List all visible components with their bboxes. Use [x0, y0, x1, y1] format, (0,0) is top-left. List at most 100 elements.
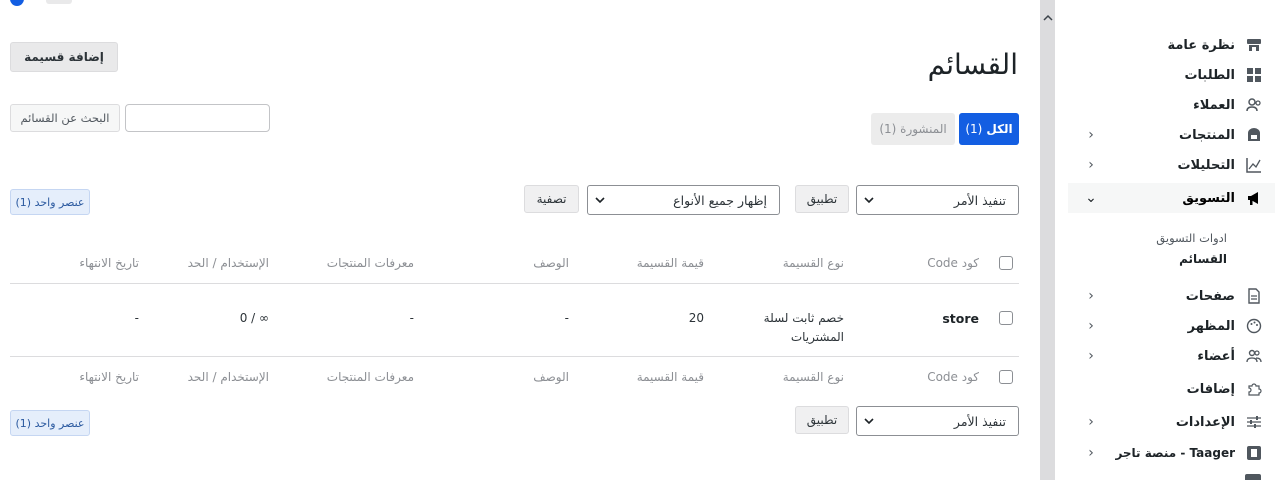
sidebar-item-label: التسويق — [1182, 190, 1235, 206]
chevron-left-icon: ‹ — [1088, 445, 1094, 461]
chevron-left-icon: ‹ — [1088, 414, 1094, 430]
chevron-left-icon: ‹ — [1088, 157, 1094, 173]
sidebar-item-label: الطلبات — [1184, 67, 1235, 83]
bulk-action-value: تنفيذ الأمر — [953, 413, 1006, 429]
sidebar-item-appearance[interactable]: المظهر ‹ — [1068, 311, 1275, 341]
column-description: الوصف — [533, 256, 569, 270]
column-usage-limit: الإستخدام / الحد — [187, 370, 269, 384]
screen-options-tab[interactable] — [46, 0, 72, 4]
apply-button-bottom[interactable]: تطبيق — [795, 406, 849, 434]
column-code[interactable]: كود Code — [927, 256, 979, 270]
apply-button[interactable]: تطبيق — [795, 185, 849, 213]
coupon-type-select[interactable]: إظهار جميع الأنواع — [587, 185, 780, 215]
column-code[interactable]: كود Code — [927, 370, 979, 384]
chevron-down-icon — [588, 194, 612, 207]
sidebar-item-analytics[interactable]: التحليلات ‹ — [1068, 150, 1275, 180]
sidebar-item-members[interactable]: أعضاء ‹ — [1068, 341, 1275, 371]
sidebar-item-label: أعضاء — [1197, 348, 1235, 364]
sidebar-item-plugins[interactable]: إضافات — [1068, 374, 1275, 404]
sidebar-item-marketing[interactable]: التسويق ⌄ — [1068, 183, 1275, 213]
column-product-ids: معرفات المنتجات — [326, 256, 414, 270]
column-expiry-date: تاريخ الانتهاء — [79, 256, 139, 270]
box-icon — [1245, 126, 1263, 144]
usage-limit-cell: 0 / ∞ — [239, 311, 269, 325]
search-coupons-button[interactable]: البحث عن القسائم — [10, 104, 120, 132]
grid-icon — [1245, 66, 1263, 84]
sidebar-item-label: التحليلات — [1177, 157, 1235, 173]
page-icon — [1245, 287, 1263, 305]
sidebar-item-label: العملاء — [1193, 97, 1235, 113]
column-usage-limit: الإستخدام / الحد — [187, 256, 269, 270]
sidebar-item-taager[interactable]: Taager - منصة تاجر ‹ — [1068, 438, 1275, 468]
sidebar-item-settings[interactable]: الإعدادات ‹ — [1068, 407, 1275, 437]
sidebar-item-overview[interactable]: نظرة عامة — [1068, 30, 1275, 60]
sidebar-item-label: صفحات — [1185, 288, 1235, 304]
items-count-badge: عنصر واحد (1) — [10, 410, 90, 436]
sidebar-item-pages[interactable]: صفحات ‹ — [1068, 281, 1275, 311]
admin-sidebar: نظرة عامة الطلبات العملاء المنتجات ‹ الت… — [1068, 0, 1275, 480]
table-footer: كود Code نوع القسيمة قيمة القسيمة الوصف … — [10, 356, 1019, 398]
select-all-checkbox[interactable] — [999, 256, 1013, 270]
scroll-up-icon[interactable] — [1040, 12, 1055, 26]
store-icon — [1245, 36, 1263, 54]
column-expiry-date: تاريخ الانتهاء — [79, 370, 139, 384]
sidebar-item-label: المظهر — [1187, 318, 1235, 334]
tab-all-label: الكل — [986, 122, 1013, 136]
members-icon — [1245, 347, 1263, 365]
table-header: كود Code نوع القسيمة قيمة القسيمة الوصف … — [10, 244, 1019, 284]
bulk-action-select-bottom[interactable]: تنفيذ الأمر — [856, 406, 1019, 436]
sidebar-item-products[interactable]: المنتجات ‹ — [1068, 120, 1275, 150]
sidebar-subitem-marketing-tools[interactable]: ادوات التسويق — [1068, 227, 1275, 249]
tab-published[interactable]: المنشورة (1) — [871, 113, 955, 145]
table-row: store خصم ثابت لسلة المشتريات 20 - - 0 /… — [10, 283, 1019, 357]
users-icon — [1245, 96, 1263, 114]
column-product-ids: معرفات المنتجات — [326, 370, 414, 384]
chevron-down-icon: ⌄ — [1085, 190, 1097, 206]
coupon-type-value: إظهار جميع الأنواع — [673, 192, 767, 208]
sidebar-item-label: نظرة عامة — [1167, 37, 1235, 53]
sidebar-subitem-coupons[interactable]: القسائم — [1068, 248, 1275, 270]
sliders-icon — [1245, 413, 1263, 431]
chevron-left-icon: ‹ — [1088, 127, 1094, 143]
sidebar-item-customers[interactable]: العملاء — [1068, 90, 1275, 120]
bulk-action-select[interactable]: تنفيذ الأمر — [856, 185, 1019, 215]
row-checkbox[interactable] — [999, 311, 1013, 325]
palette-icon — [1245, 317, 1263, 335]
select-all-checkbox[interactable] — [999, 370, 1013, 384]
chevron-down-icon — [857, 194, 881, 207]
sidebar-item-orders[interactable]: الطلبات — [1068, 60, 1275, 90]
chevron-left-icon: ‹ — [1088, 318, 1094, 334]
bulk-action-value: تنفيذ الأمر — [953, 192, 1006, 208]
chevron-left-icon: ‹ — [1088, 288, 1094, 304]
megaphone-icon — [1245, 189, 1263, 207]
next-menu-icon — [1245, 474, 1261, 480]
chevron-left-icon: ‹ — [1088, 348, 1094, 364]
tab-all[interactable]: الكل (1) — [959, 113, 1019, 145]
coupon-value-cell: 20 — [688, 311, 704, 325]
coupon-code-link[interactable]: store — [942, 311, 979, 326]
product-ids-cell: - — [409, 311, 414, 325]
column-type: نوع القسيمة — [782, 370, 844, 384]
coupon-type-cell: خصم ثابت لسلة المشتريات — [763, 311, 844, 344]
help-icon[interactable] — [10, 0, 24, 6]
expiry-date-cell: - — [134, 311, 139, 325]
chart-icon — [1245, 156, 1263, 174]
sidebar-item-label: Taager - منصة تاجر — [1115, 446, 1235, 460]
description-cell: - — [564, 311, 569, 325]
sidebar-item-label: المنتجات — [1179, 127, 1235, 143]
column-value: قيمة القسيمة — [636, 256, 704, 270]
search-input[interactable] — [125, 104, 270, 132]
sidebar-item-label: الإعدادات — [1175, 414, 1235, 430]
scrollbar-track[interactable] — [1040, 0, 1055, 480]
add-coupon-button[interactable]: إضافة قسيمة — [10, 42, 118, 72]
tab-all-count: (1) — [965, 122, 983, 136]
items-count-badge: عنصر واحد (1) — [10, 189, 90, 215]
filter-button[interactable]: تصفية — [524, 185, 579, 213]
page-title: القسائم — [927, 48, 1018, 81]
sidebar-item-label: إضافات — [1186, 381, 1235, 397]
taager-icon — [1245, 444, 1263, 462]
column-description: الوصف — [533, 370, 569, 384]
chevron-down-icon — [857, 415, 881, 428]
column-type: نوع القسيمة — [782, 256, 844, 270]
puzzle-icon — [1245, 380, 1263, 398]
